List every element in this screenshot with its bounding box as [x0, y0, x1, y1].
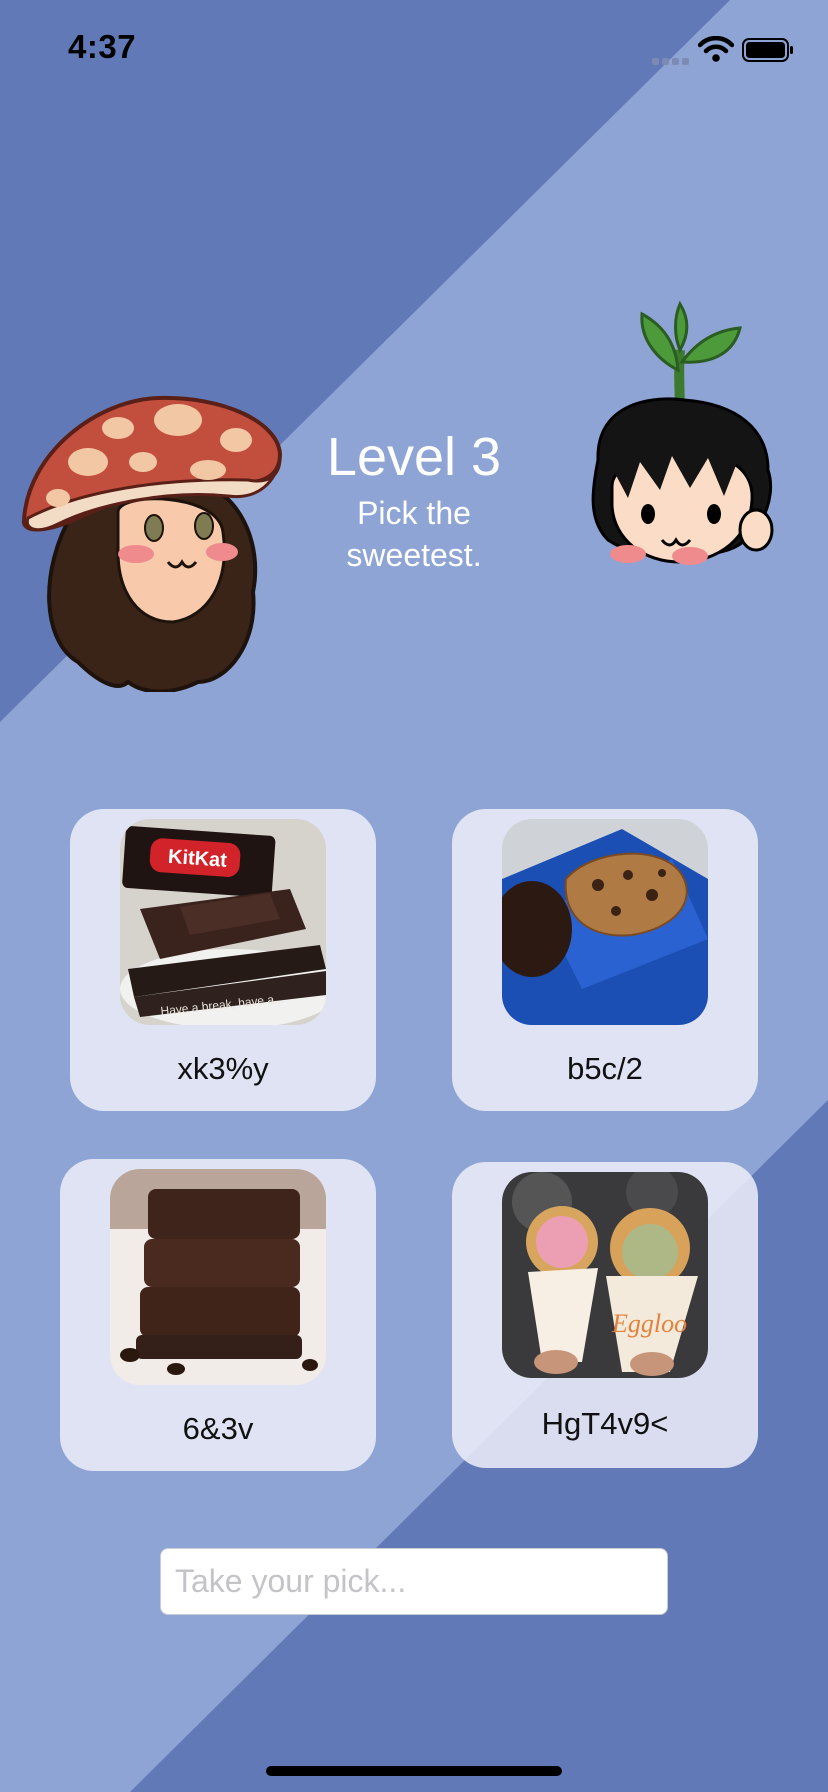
kitkat-dark-chocolate-photo: KitKat Have a break, have a...: [120, 819, 326, 1025]
option-label-2: b5c/2: [567, 1051, 643, 1086]
wifi-icon: [698, 36, 734, 62]
bubble-waffle-ice-cream-photo: Eggloo: [502, 1172, 708, 1378]
cookie-bar-photo: [502, 819, 708, 1025]
option-card-4[interactable]: Eggloo HgT4v9<: [452, 1162, 758, 1468]
sprout-boy-avatar: [591, 300, 774, 565]
status-bar: 4:37: [0, 0, 828, 100]
option-card-2[interactable]: b5c/2: [452, 809, 758, 1111]
battery-icon: [742, 38, 793, 62]
option-card-1[interactable]: KitKat Have a break, have a... xk3%y: [70, 809, 376, 1111]
brownie-stack-photo: [110, 1169, 326, 1385]
level-title: Level 3: [326, 427, 502, 487]
cellular-signal-icon: [652, 52, 692, 65]
svg-text:Eggloo: Eggloo: [611, 1309, 687, 1338]
pick-answer-input[interactable]: [160, 1548, 668, 1615]
mushroom-girl-avatar: [22, 395, 283, 692]
level-instruction: Pick the sweetest.: [346, 495, 482, 573]
status-time: 4:37: [68, 28, 137, 65]
option-label-4: HgT4v9<: [541, 1406, 669, 1441]
option-card-3[interactable]: 6&3v: [60, 1159, 376, 1471]
option-label-3: 6&3v: [182, 1411, 254, 1446]
option-label-1: xk3%y: [177, 1051, 269, 1086]
home-indicator[interactable]: [266, 1766, 562, 1776]
svg-text:KitKat: KitKat: [167, 846, 228, 872]
